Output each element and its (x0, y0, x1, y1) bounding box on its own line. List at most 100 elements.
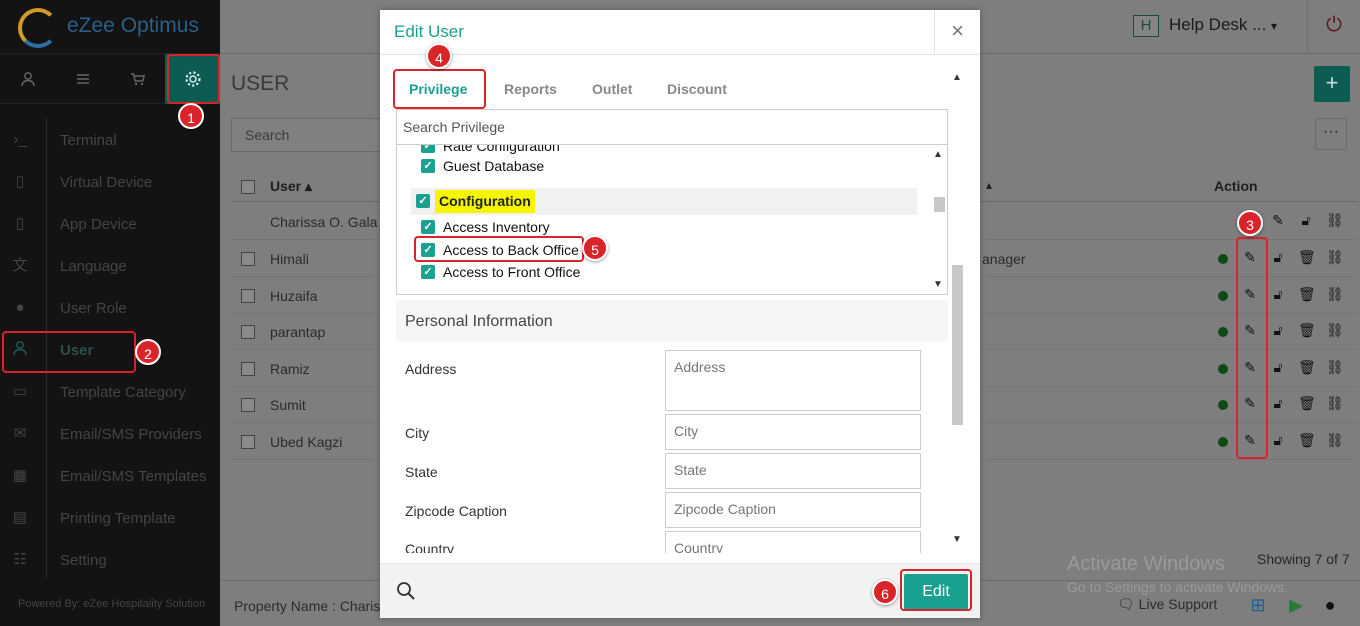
windows-watermark-title: Activate Windows (1067, 553, 1225, 575)
lock-icon[interactable]: 🔓︎ (1270, 395, 1286, 413)
sidebar-item-label: Language (60, 258, 127, 275)
address-field[interactable]: Address (665, 350, 921, 411)
sidebar-item-email-sms-providers[interactable]: ✉ Email/SMS Providers (0, 413, 220, 455)
sidebar-item-virtual-device[interactable]: ▯ Virtual Device (0, 161, 220, 203)
account-menu[interactable]: Help Desk ... ▾ (1169, 15, 1277, 35)
trash-icon[interactable]: 🗑︎ (1298, 395, 1316, 413)
tab-discount[interactable]: Discount (667, 81, 727, 97)
status-dot (1218, 400, 1228, 410)
annotation-badge: 2 (135, 339, 161, 365)
app-logo[interactable]: eZee Optimus (0, 0, 220, 54)
scroll-down-icon[interactable]: ▼ (952, 534, 962, 545)
privilege-group-configuration[interactable]: ✓ Configuration (411, 188, 917, 215)
row-checkbox[interactable] (241, 325, 255, 339)
live-support-link[interactable]: 🗨︎ Live Support (1117, 596, 1217, 613)
lock-icon[interactable]: 🔓︎ (1270, 359, 1286, 377)
checkbox-checked[interactable]: ✓ (421, 265, 435, 279)
tab-outlet[interactable]: Outlet (592, 81, 632, 97)
trash-icon[interactable]: 🗑︎ (1298, 322, 1316, 340)
terminal-icon: ›_ (13, 131, 27, 148)
zipcode-field[interactable]: Zipcode Caption (665, 492, 921, 528)
lock-icon[interactable]: 🔓︎ (1270, 286, 1286, 304)
power-icon[interactable]: ⏻ (1307, 0, 1360, 54)
more-options-button[interactable]: ··· (1315, 118, 1347, 150)
link-icon[interactable]: ⛓︎ (1326, 212, 1344, 230)
document-icon: ▤ (12, 509, 28, 526)
sidebar-item-email-sms-templates[interactable]: ▦ Email/SMS Templates (0, 455, 220, 497)
link-icon[interactable]: ⛓︎ (1326, 395, 1344, 413)
user-name: Himali (270, 251, 309, 267)
link-icon[interactable]: ⛓︎ (1326, 249, 1344, 267)
lock-icon[interactable]: 🔓︎ (1270, 322, 1286, 340)
scroll-thumb[interactable] (934, 197, 945, 212)
sidebar-item-label: Virtual Device (60, 174, 153, 191)
modal-header: Edit User × (380, 10, 980, 55)
privilege-guest-database: Guest Database (443, 158, 545, 174)
user-name: Ramiz (270, 361, 310, 377)
state-label: State (405, 464, 438, 480)
inbox-icon: ▭ (12, 383, 28, 400)
tab-reports[interactable]: Reports (504, 81, 557, 97)
sidebar-item-app-device[interactable]: ▯ App Device (0, 203, 220, 245)
trash-icon[interactable]: 🗑︎ (1298, 359, 1316, 377)
link-icon[interactable]: ⛓︎ (1326, 322, 1344, 340)
edit-icon[interactable]: ✎ (1270, 212, 1286, 230)
privilege-search-input[interactable]: Search Privilege (396, 109, 948, 145)
trash-icon[interactable]: 🗑︎ (1298, 249, 1316, 267)
cart-icon[interactable] (110, 54, 165, 104)
column-user[interactable]: User ▴ (270, 178, 312, 195)
sort-icon[interactable]: ▴ (986, 178, 992, 192)
add-user-button[interactable]: + (1314, 66, 1350, 102)
property-badge[interactable]: H (1133, 15, 1159, 37)
checkbox-checked[interactable]: ✓ (416, 194, 430, 208)
select-all-checkbox[interactable] (241, 180, 255, 194)
trash-icon[interactable]: 🗑︎ (1298, 432, 1316, 450)
sidebar-item-setting[interactable]: ☷ Setting (0, 539, 220, 581)
sidebar-item-language[interactable]: 文 Language (0, 245, 220, 287)
status-dot (1218, 254, 1228, 264)
user-icon[interactable] (0, 54, 55, 104)
list-icon[interactable] (55, 54, 110, 104)
city-field[interactable]: City (665, 414, 921, 450)
modal-scrollbar[interactable]: ▲ ▼ (950, 70, 965, 548)
checkbox-checked[interactable]: ✓ (421, 145, 435, 153)
row-checkbox[interactable] (241, 252, 255, 266)
play-store-icon[interactable]: ▶ (1284, 593, 1308, 617)
chevron-down-icon: ▾ (1271, 19, 1278, 33)
sidebar-item-template-category[interactable]: ▭ Template Category (0, 371, 220, 413)
language-icon: 文 (12, 257, 28, 274)
link-icon[interactable]: ⛓︎ (1326, 432, 1344, 450)
sidebar-item-printing-template[interactable]: ▤ Printing Template (0, 497, 220, 539)
lock-icon[interactable]: 🔓︎ (1270, 432, 1286, 450)
close-icon[interactable]: × (934, 10, 980, 55)
apple-store-icon[interactable]: ● (1318, 593, 1342, 617)
link-icon[interactable]: ⛓︎ (1326, 286, 1344, 304)
user-role: anager (982, 251, 1026, 267)
row-checkbox[interactable] (241, 398, 255, 412)
user-name: Charissa O. Gala (270, 214, 378, 230)
row-checkbox[interactable] (241, 362, 255, 376)
windows-store-icon[interactable]: ⊞ (1246, 593, 1270, 617)
sidebar-item-user-role[interactable]: ● User Role (0, 287, 220, 329)
row-checkbox[interactable] (241, 289, 255, 303)
scroll-down-icon[interactable]: ▼ (933, 279, 943, 290)
lock-icon[interactable]: 🔓︎ (1298, 212, 1314, 230)
checkbox-checked[interactable]: ✓ (421, 159, 435, 173)
scroll-thumb[interactable] (952, 265, 963, 425)
row-checkbox[interactable] (241, 435, 255, 449)
scroll-up-icon[interactable]: ▲ (933, 149, 943, 160)
sidebar-item-label: Terminal (60, 132, 117, 149)
lock-icon[interactable]: 🔓︎ (1270, 249, 1286, 267)
state-field[interactable]: State (665, 453, 921, 489)
sidebar-item-label: Template Category (60, 384, 186, 401)
privilege-list-scrollbar[interactable]: ▲ ▼ (931, 145, 947, 293)
logo-text: eZee Optimus (67, 14, 199, 37)
pagination-summary: Showing 7 of 7 (1257, 551, 1350, 567)
search-icon[interactable] (396, 581, 416, 601)
link-icon[interactable]: ⛓︎ (1326, 359, 1344, 377)
scroll-up-icon[interactable]: ▲ (952, 72, 962, 83)
country-field[interactable]: Country (665, 531, 921, 553)
checkbox-checked[interactable]: ✓ (421, 220, 435, 234)
trash-icon[interactable]: 🗑︎ (1298, 286, 1316, 304)
search-input[interactable]: Search (231, 118, 391, 152)
